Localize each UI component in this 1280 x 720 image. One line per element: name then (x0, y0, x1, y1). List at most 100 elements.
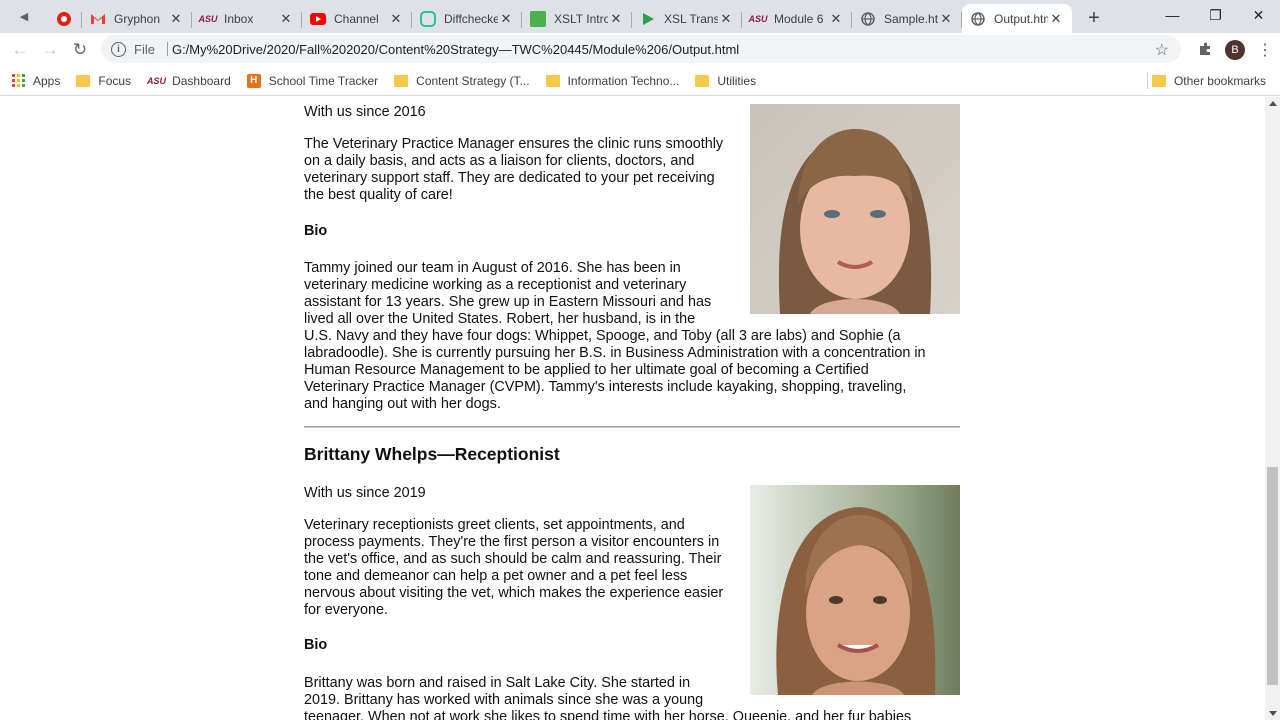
tab-sample-html[interactable]: Sample.html ✕ (852, 4, 962, 33)
info-icon[interactable]: i (111, 41, 126, 57)
text-line: U.S. Navy and they have four dogs: Whipp… (304, 328, 901, 344)
tab-channel[interactable]: Channel ✕ (302, 4, 412, 33)
text-line: for everyone. (304, 602, 388, 618)
bookmark-star-icon[interactable]: ☆ (1155, 40, 1169, 60)
tab-close-icon[interactable]: ✕ (938, 11, 954, 27)
vertical-scrollbar[interactable] (1265, 97, 1280, 720)
text-line: nervous about visiting the vet, which ma… (304, 585, 724, 601)
tab-diffchecker[interactable]: Diffchecker ✕ (412, 4, 522, 33)
tab-title: Gryphon (114, 11, 161, 26)
reload-icon[interactable]: ↻ (65, 35, 95, 65)
globe-icon (970, 11, 986, 27)
tab-close-icon[interactable]: ✕ (608, 11, 624, 27)
folder-icon (1151, 74, 1166, 87)
bookmark-label: Dashboard (172, 73, 231, 88)
folder-icon (695, 74, 710, 87)
bookmark-label: Focus (98, 73, 132, 88)
bookmark-content-strategy[interactable]: Content Strategy (T... (386, 69, 537, 93)
tab-xslt-intro[interactable]: XSLT Intro ✕ (522, 4, 632, 33)
bookmark-other-bookmarks[interactable]: Other bookmarks (1144, 69, 1274, 93)
scroll-down-arrow-icon[interactable] (1269, 711, 1277, 716)
tab-gmail[interactable]: Gryphon ✕ (82, 4, 192, 33)
menu-kebab-icon[interactable]: ⋮ (1250, 35, 1280, 65)
w3schools-icon (530, 10, 546, 27)
text-line: Veterinary receptionists greet clients, … (304, 517, 685, 533)
staff-photo-brittany (750, 485, 960, 695)
text-line: on a daily basis, and acts as a liaison … (304, 153, 695, 169)
scrollbar-thumb[interactable] (1267, 467, 1278, 685)
section-divider (304, 426, 960, 428)
back-arrow-icon[interactable]: ← (5, 35, 35, 65)
staff-bio: Tammy joined our team in August of 2016.… (304, 260, 960, 413)
asu-icon: ASU (198, 13, 218, 24)
tab-title: Sample.html (884, 11, 938, 26)
bookmark-label: Information Techno... (567, 73, 680, 88)
text-line: The Veterinary Practice Manager ensures … (304, 136, 724, 152)
bookmarks-bar: Apps Focus ASU Dashboard H School Time T… (0, 66, 1280, 96)
avatar: B (1225, 39, 1245, 60)
tab-inbox[interactable]: ASU Inbox ✕ (192, 4, 302, 33)
text-line: Human Resource Management to be applied … (304, 362, 869, 378)
text-line: veterinary medicine working as a recepti… (304, 277, 687, 293)
bookmark-label: School Time Tracker (268, 73, 379, 88)
asu-icon: ASU (748, 13, 768, 24)
toolbar-actions: B ⋮ (1190, 33, 1280, 66)
restore-icon[interactable]: ❐ (1194, 0, 1237, 30)
new-tab-button[interactable]: + (1080, 4, 1108, 33)
bookmark-focus[interactable]: Focus (68, 69, 139, 93)
tab-module-6[interactable]: ASU Module 6 ✕ (742, 4, 852, 33)
close-window-icon[interactable]: ✕ (1237, 0, 1280, 30)
bookmark-school-time-tracker[interactable]: H School Time Tracker (239, 69, 386, 93)
tab-title: Module 6 (774, 11, 824, 26)
gmail-icon (90, 11, 106, 27)
tab-output-html[interactable]: Output.html ✕ (962, 4, 1072, 33)
tab-close-icon[interactable]: ✕ (718, 11, 734, 27)
address-bar[interactable]: i File G:/My%20Drive/2020/Fall%202020/Co… (101, 35, 1181, 63)
tab-pinned-youtube[interactable] (48, 4, 82, 33)
text-line: veterinary support staff. They are dedic… (304, 170, 715, 186)
tab-title: Diffchecker (444, 11, 498, 26)
text-line: lived all over the United States. Robert… (304, 311, 696, 327)
text-line: Tammy joined our team in August of 2016.… (304, 260, 681, 276)
youtube-icon (310, 11, 326, 27)
extensions-icon[interactable] (1190, 35, 1220, 65)
tab-title: Inbox (224, 11, 254, 26)
forward-arrow-icon[interactable]: → (35, 35, 65, 65)
bookmark-information-technology[interactable]: Information Techno... (538, 69, 688, 93)
tab-close-icon[interactable]: ✕ (388, 11, 404, 27)
bookmark-utilities[interactable]: Utilities (687, 69, 764, 93)
bookmark-dashboard[interactable]: ASU Dashboard (139, 69, 239, 93)
minimize-icon[interactable]: — (1151, 0, 1194, 30)
text-line: and hanging out with her dogs. (304, 396, 501, 412)
globe-icon (860, 11, 876, 27)
browser-toolbar: ← → ↻ i File G:/My%20Drive/2020/Fall%202… (0, 33, 1280, 66)
text-line: labradoodle). She is currently pursuing … (304, 345, 926, 361)
staff-since: With us since 2016 (304, 104, 426, 120)
scroll-up-arrow-icon[interactable] (1269, 101, 1277, 106)
text-line: process payments. They're the first pers… (304, 534, 720, 550)
text-line: 2019. Brittany has worked with animals s… (304, 692, 704, 708)
text-line: the best quality of care! (304, 187, 453, 203)
tab-close-icon[interactable]: ✕ (278, 11, 294, 27)
tab-close-icon[interactable]: ✕ (828, 11, 844, 27)
staff-role-description: Veterinary receptionists greet clients, … (304, 517, 744, 619)
text-line: Veterinary Practice Manager (CVPM). Tamm… (304, 379, 907, 395)
tab-xsl-trans[interactable]: XSL Trans ✕ (632, 4, 742, 33)
tab-close-icon[interactable]: ✕ (168, 11, 184, 27)
bookmark-label: Content Strategy (T... (416, 73, 530, 88)
url-text[interactable]: G:/My%20Drive/2020/Fall%202020/Content%2… (172, 42, 739, 57)
tab-title: Output.html (994, 11, 1048, 26)
staff-since: With us since 2019 (304, 485, 426, 501)
tab-title: Channel (334, 11, 379, 26)
text-line: assistant for 13 years. She grew up in E… (304, 294, 712, 310)
bookmark-apps[interactable]: Apps (4, 69, 68, 93)
tab-strip: ◀ Gryphon ✕ ASU Inbox ✕ Channel ✕ Diffch… (0, 0, 1280, 33)
apps-grid-icon (12, 74, 25, 87)
staff-bio: Brittany was born and raised in Salt Lak… (304, 675, 960, 720)
tab-close-icon[interactable]: ✕ (1048, 11, 1064, 27)
profile-avatar[interactable]: B (1220, 35, 1250, 65)
bio-heading: Bio (304, 637, 328, 653)
staff-name-heading: Brittany Whelps—Receptionist (304, 444, 560, 464)
tab-search-icon[interactable]: ◀ (0, 0, 48, 33)
tab-close-icon[interactable]: ✕ (498, 11, 514, 27)
